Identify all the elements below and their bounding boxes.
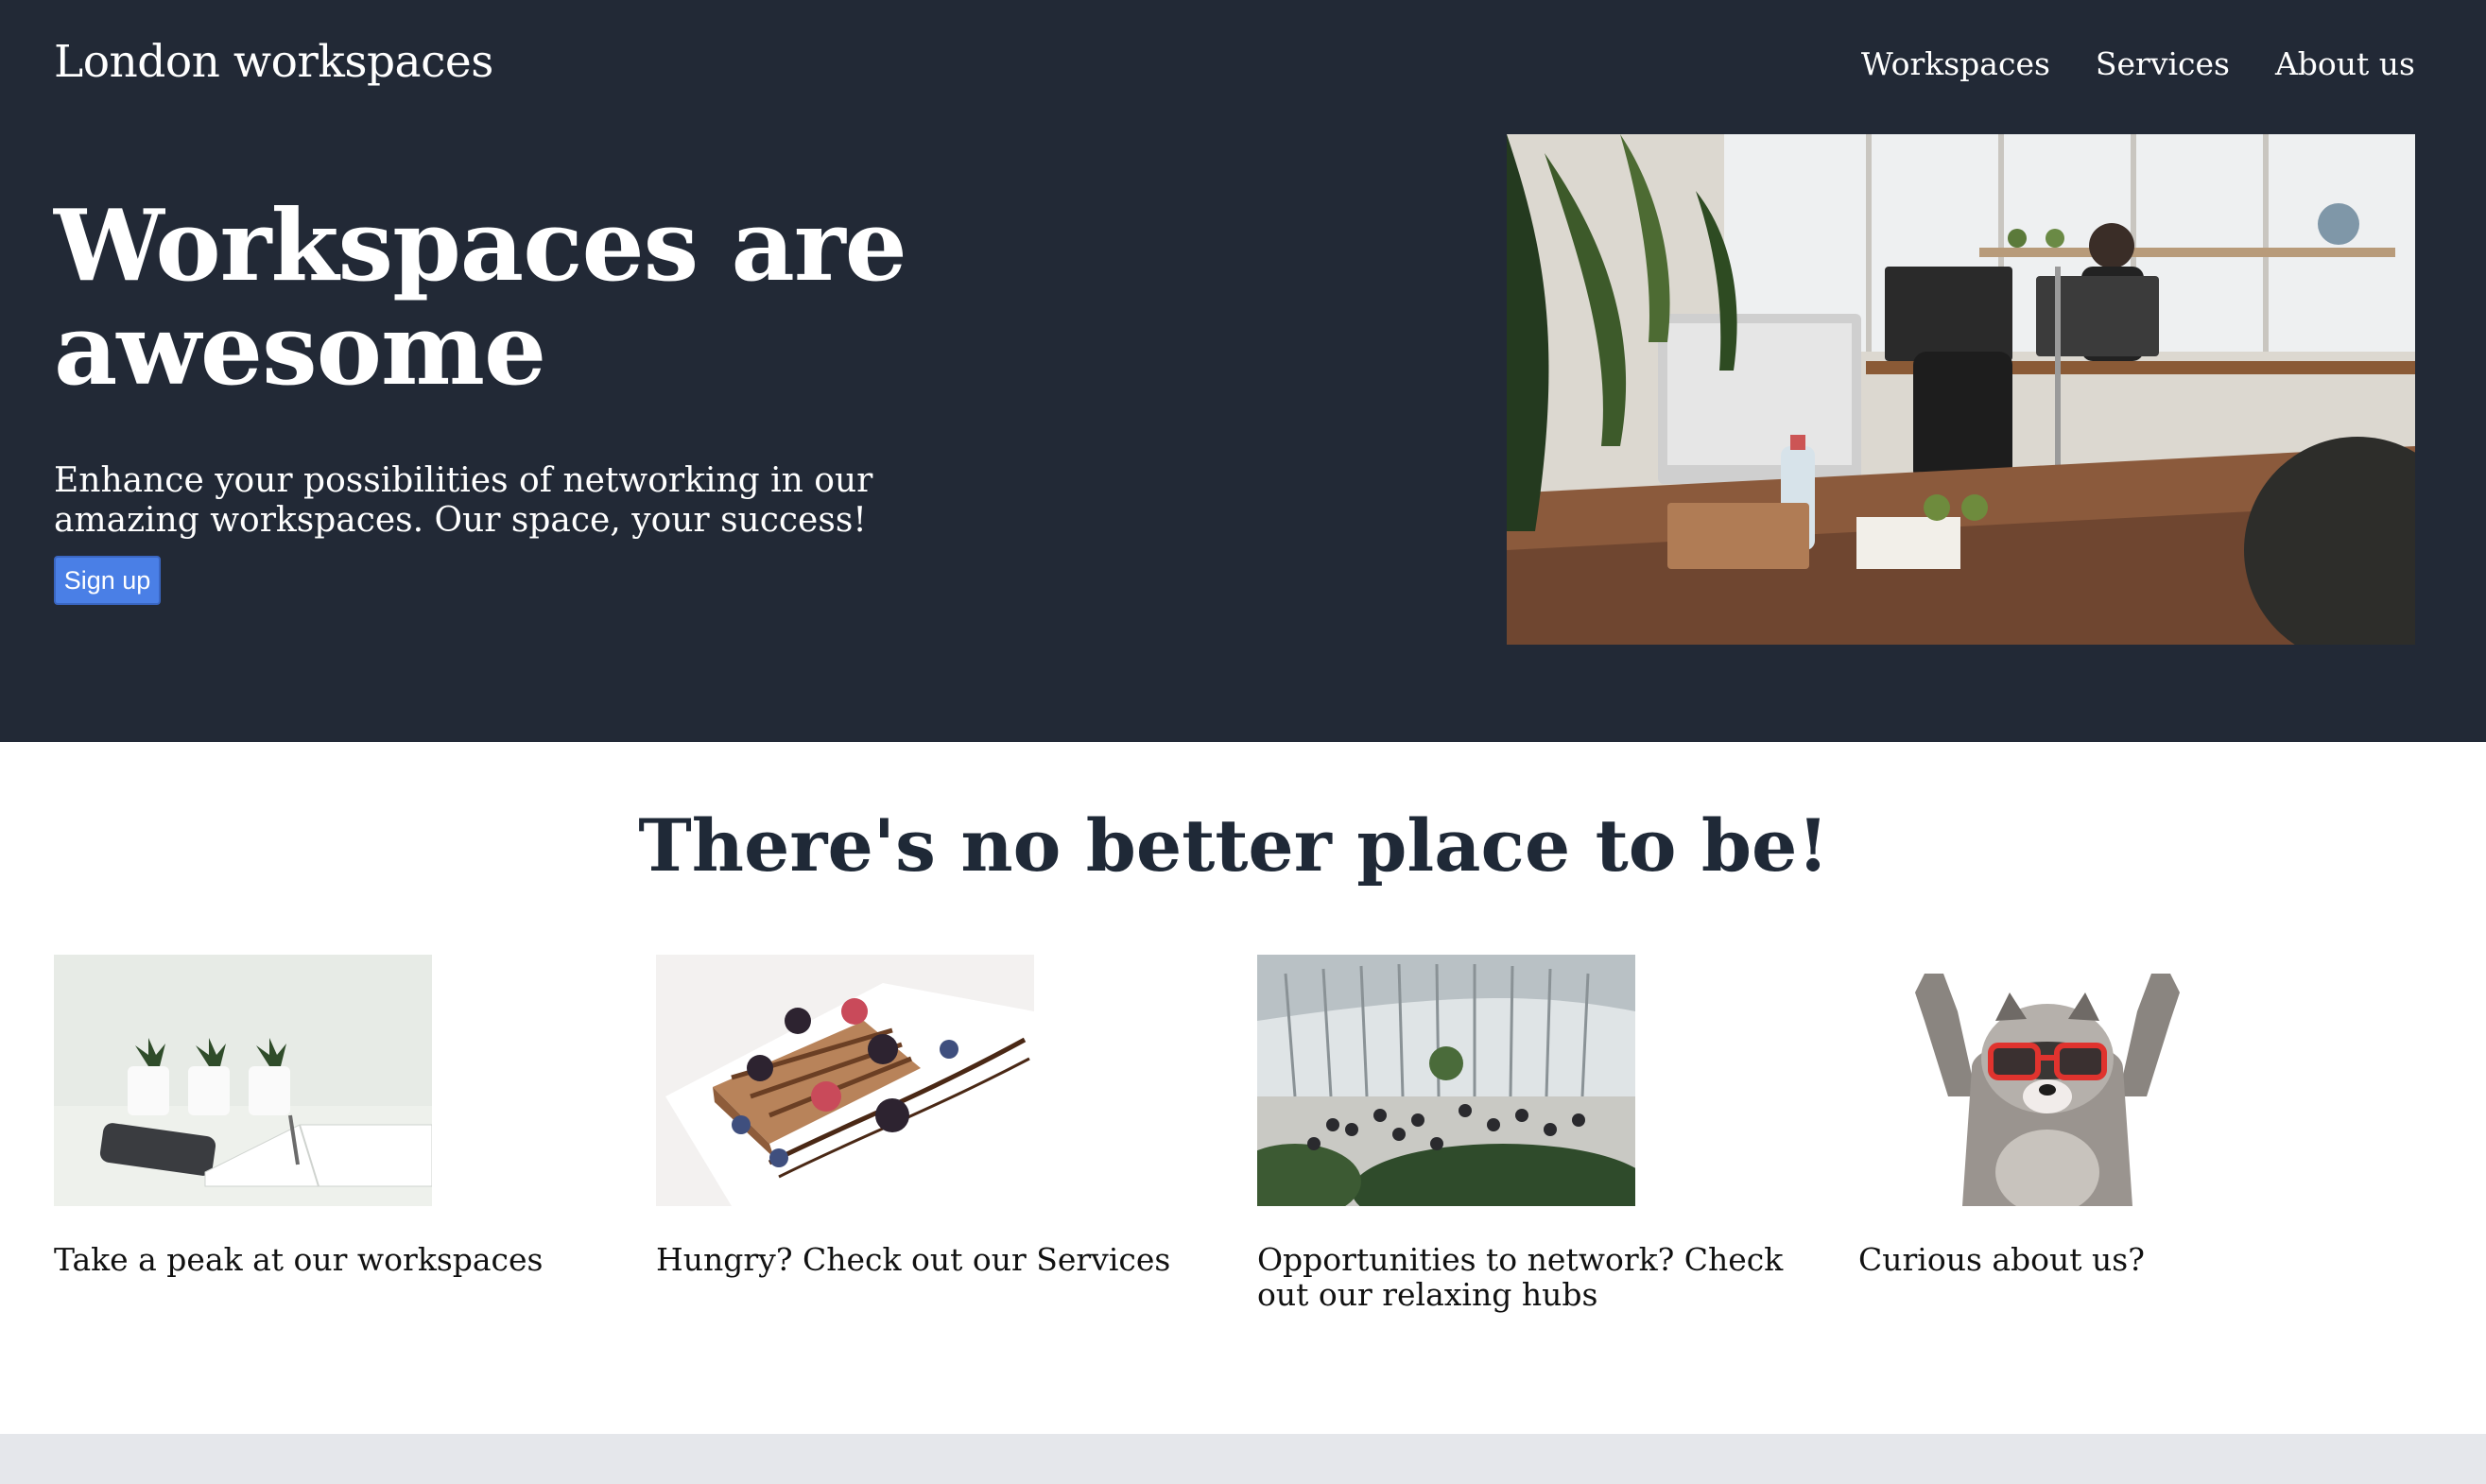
feature-card-hubs[interactable]: Opportunities to network? Check out our … [1257, 955, 1824, 1312]
hero-title: Workspaces are awesome [54, 187, 907, 407]
atrium-people-photo[interactable] [1257, 955, 1635, 1206]
plants-notebook-graphic [54, 955, 432, 1206]
nav-workspaces[interactable]: Workspaces [1861, 45, 2050, 82]
nav-services[interactable]: Services [2096, 45, 2230, 82]
feature-text-about[interactable]: Curious about us? [1858, 1242, 2426, 1277]
site-brand[interactable]: London workspaces [54, 36, 493, 88]
feature-card-workspaces[interactable]: Take a peak at our workspaces [54, 955, 621, 1277]
footer [0, 1434, 2486, 1484]
hero-section: London workspaces Workspaces Services Ab… [0, 0, 2486, 742]
hero-subtitle: Enhance your possibilities of networking… [54, 461, 873, 540]
raccoon-sunglasses-photo[interactable] [1858, 955, 2236, 1206]
nav-about-us[interactable]: About us [2275, 45, 2415, 82]
features-title: There's no better place to be! [638, 803, 1829, 888]
sign-up-button[interactable]: Sign up [54, 556, 161, 605]
office-photo [1507, 134, 2415, 645]
main-nav: Workspaces Services About us [1861, 45, 2415, 82]
feature-card-services[interactable]: Hungry? Check out our Services [656, 955, 1223, 1277]
feature-text-workspaces[interactable]: Take a peak at our workspaces [54, 1242, 621, 1277]
raccoon-sunglasses-graphic [1858, 955, 2236, 1206]
plants-notebook-photo[interactable] [54, 955, 432, 1206]
feature-text-hubs[interactable]: Opportunities to network? Check out our … [1257, 1242, 1824, 1312]
feature-text-services[interactable]: Hungry? Check out our Services [656, 1242, 1223, 1277]
waffles-berries-photo[interactable] [656, 955, 1034, 1206]
atrium-people-graphic [1257, 955, 1635, 1206]
waffles-berries-graphic [656, 955, 1034, 1206]
feature-card-about[interactable]: Curious about us? [1858, 955, 2426, 1277]
office-photo-graphic [1507, 134, 2415, 645]
